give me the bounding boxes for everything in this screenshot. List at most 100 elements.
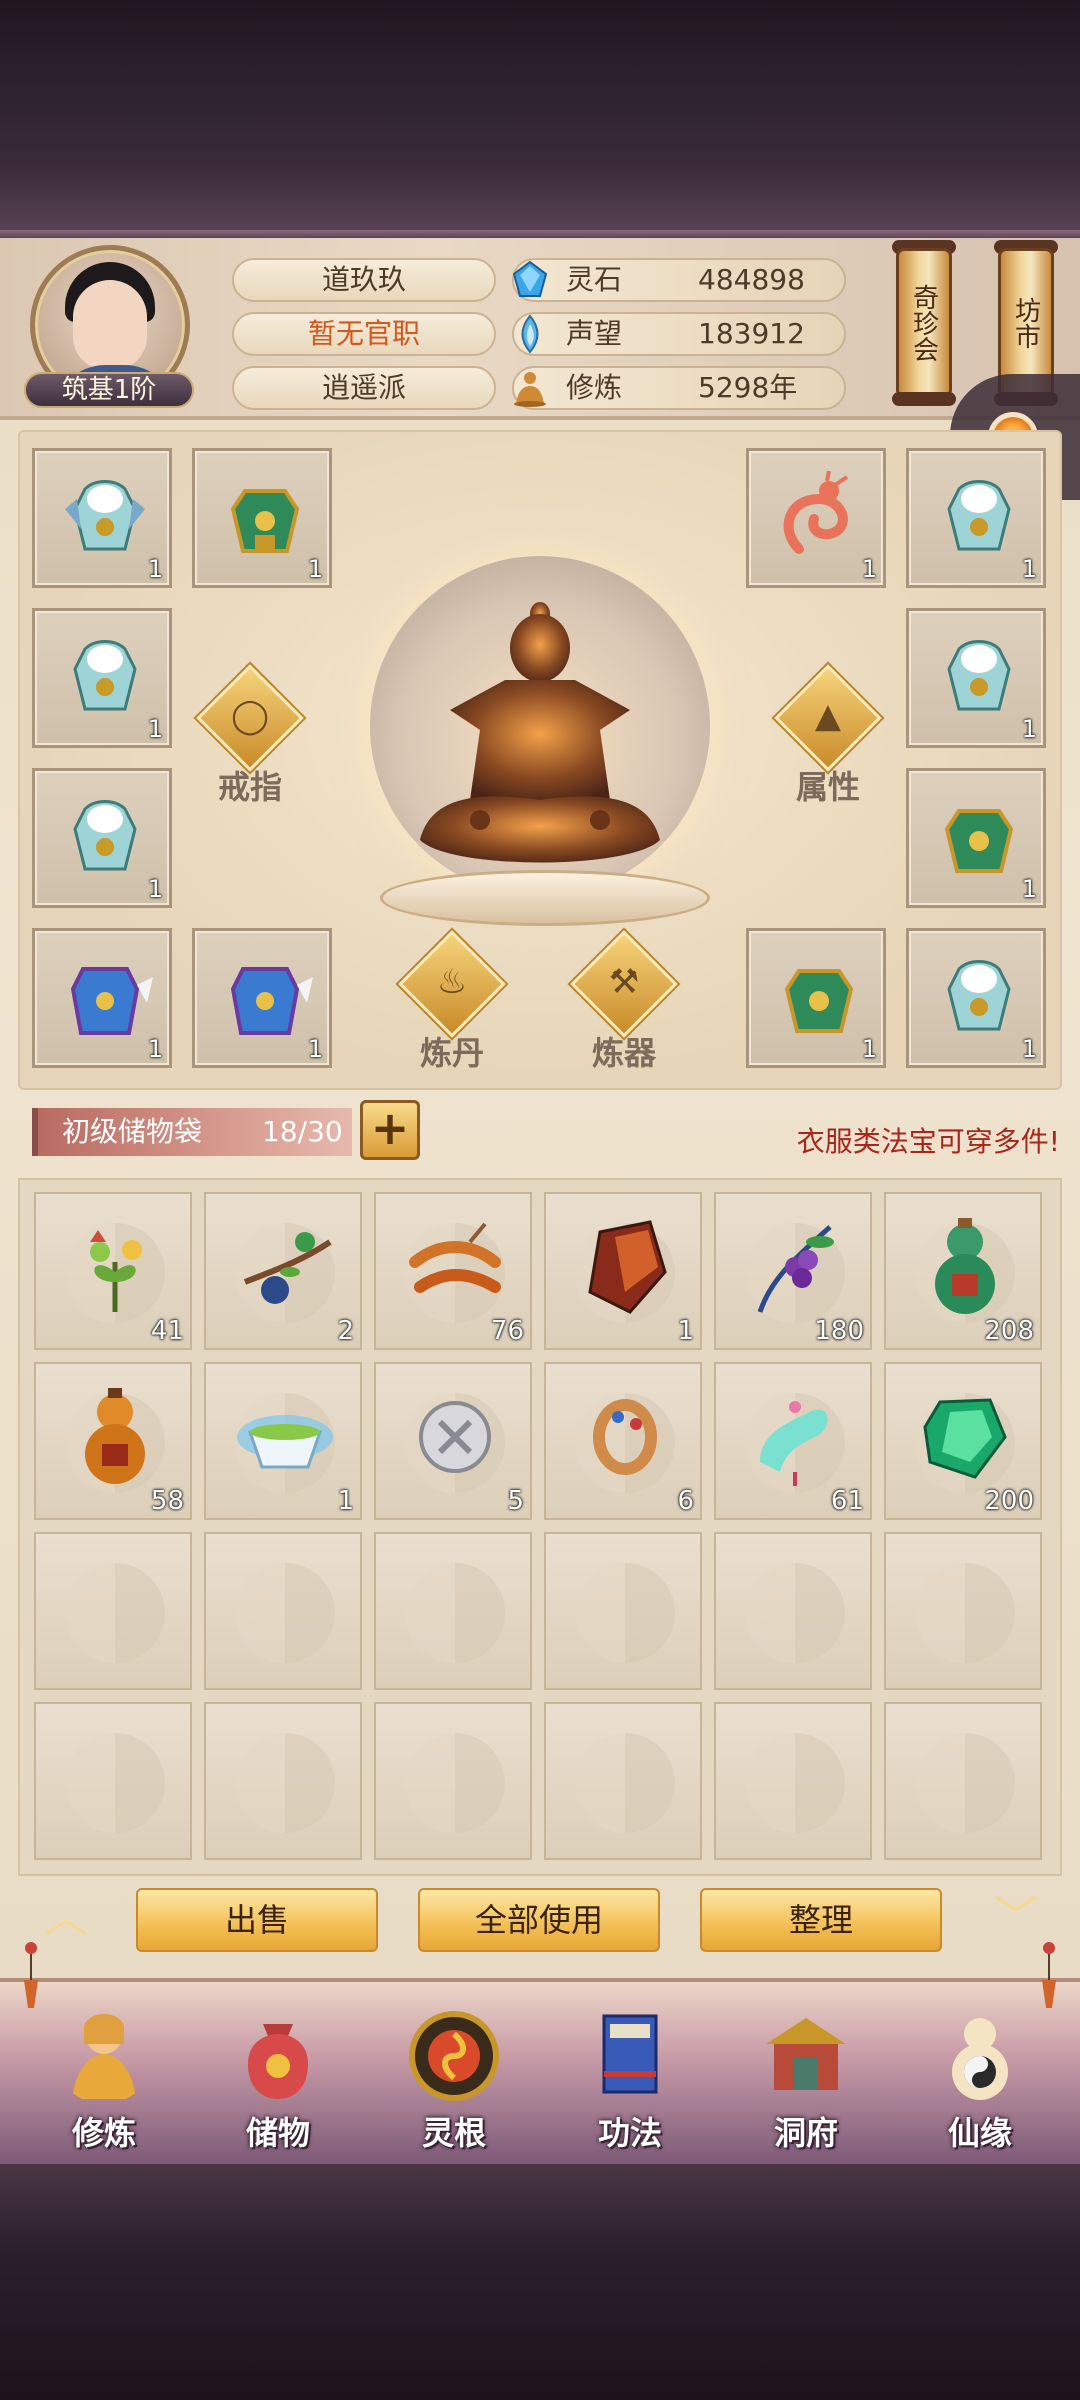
spirit-root-icon [409,2011,499,2101]
item-count: 1 [147,555,163,583]
sect-name: 逍遥派 [232,366,496,410]
storage-bag-tab[interactable]: 初级储物袋 18/30 [32,1108,352,1156]
bag-name: 初级储物袋 [62,1115,203,1148]
nav-fate[interactable]: 仙缘 [910,1998,1050,2158]
equip-slot[interactable]: 1 [906,448,1046,588]
equip-slot[interactable]: 1 [32,608,172,748]
inventory-slot[interactable]: 180 [714,1192,872,1350]
stat-value: 484898 [698,263,805,296]
inventory-slot-empty[interactable] [204,1702,362,1860]
sort-button[interactable]: 整理 [700,1888,942,1952]
sell-button[interactable]: 出售 [136,1888,378,1952]
nav-label: 洞府 [773,2114,838,2152]
equip-slot[interactable]: 1 [906,608,1046,748]
nav-cultivate[interactable]: 修炼 [34,1998,174,2158]
use-all-button[interactable]: 全部使用 [418,1888,660,1952]
ring-hub-button[interactable]: ◯ 戒指 [194,664,306,806]
hub-label: 炼丹 [419,1034,484,1072]
armor-icon [73,800,137,871]
alchemy-hub-button[interactable]: ♨ 炼丹 [396,930,508,1072]
hub-label: 属性 [795,768,860,806]
equip-slot[interactable]: 1 [192,928,332,1068]
equip-slot[interactable]: 1 [746,448,886,588]
item-count: 1 [307,555,323,583]
inventory-slot[interactable]: 41 [34,1192,192,1350]
jewel-ring-icon [593,1399,657,1475]
page-down-button[interactable]: ﹀ [976,1896,1056,1940]
inventory-slot[interactable]: 76 [374,1192,532,1350]
equip-slot[interactable]: 1 [906,768,1046,908]
reputation-icon [508,312,552,356]
nav-label: 修炼 [71,2114,136,2152]
armor-icon [230,489,300,553]
nav-storage[interactable]: 储物 [208,1998,348,2158]
official-title[interactable]: 暂无官职 [232,312,496,356]
stat-reputation: 声望 183912 [512,312,846,356]
chevron-up-icon: ︿ [44,1892,88,1943]
inventory-slot-empty[interactable] [544,1702,702,1860]
cauldron-icon: ♨ [436,962,468,1002]
inventory-slot-empty[interactable] [34,1532,192,1690]
yin-yang-icon [235,1733,335,1833]
equip-slot[interactable]: 1 [192,448,332,588]
attributes-hub-button[interactable]: ▲ 属性 [772,664,884,806]
inventory-slot-empty[interactable] [374,1532,532,1690]
inventory-slot-empty[interactable] [884,1532,1042,1690]
nav-spirit-root[interactable]: 灵根 [384,1998,524,2158]
inventory-slot[interactable]: 58 [34,1362,192,1520]
inventory-slot[interactable]: 208 [884,1192,1042,1350]
inventory-slot[interactable]: 2 [204,1192,362,1350]
equip-slot[interactable]: 1 [906,928,1046,1068]
forging-hub-button[interactable]: ⚒ 炼器 [568,930,680,1072]
equip-slot[interactable]: 1 [32,768,172,908]
inventory-slot-empty[interactable] [544,1532,702,1690]
inventory-slot-empty[interactable] [34,1702,192,1860]
stat-label: 修炼 [566,371,623,404]
stat-spirit-stone: 灵石 484898 [512,258,846,302]
green-gourd-icon [935,1218,995,1314]
inventory-slot[interactable]: 61 [714,1362,872,1520]
item-count: 180 [814,1316,864,1346]
item-count: 1 [861,1035,877,1063]
item-count: 208 [984,1316,1034,1346]
hub-label: 戒指 [217,768,282,806]
expand-bag-button[interactable]: + [360,1100,420,1160]
inventory-slot-empty[interactable] [714,1702,872,1860]
nav-label: 仙缘 [947,2114,1012,2152]
page-up-button[interactable]: ︿ [26,1896,106,1940]
inventory-slot-empty[interactable] [884,1702,1042,1860]
inventory-slot-empty[interactable] [714,1532,872,1690]
inventory-slot[interactable]: 5 [374,1362,532,1520]
item-count: 1 [147,715,163,743]
stat-cultivation: 修炼 5298年 [512,366,846,410]
item-count: 1 [677,1316,694,1346]
equip-slot[interactable]: 1 [32,448,172,588]
nav-techniques[interactable]: 功法 [560,1998,700,2158]
silver-token-icon [419,1401,491,1473]
nav-label: 灵根 [421,2114,486,2152]
inventory-slot[interactable]: 200 [884,1362,1042,1520]
orange-gourd-icon [85,1388,145,1484]
equip-slot[interactable]: 1 [746,928,886,1068]
chevron-down-icon: ﹀ [994,1892,1038,1943]
nav-cave[interactable]: 洞府 [736,1998,876,2158]
inventory-slot[interactable]: 6 [544,1362,702,1520]
yin-yang-icon [915,1733,1015,1833]
item-count: 6 [677,1486,694,1516]
item-count: 1 [147,875,163,903]
inventory-slot[interactable]: 1 [204,1362,362,1520]
inventory-slot-empty[interactable] [374,1702,532,1860]
anvil-icon: ⚒ [608,962,640,1002]
yin-yang-icon [745,1733,845,1833]
yin-yang-icon [405,1733,505,1833]
jade-pendant-icon [760,1401,828,1486]
item-count: 1 [337,1486,354,1516]
player-name: 道玖玖 [232,258,496,302]
attributes-icon: ▲ [814,696,842,736]
cultivator-icon [72,2014,136,2099]
grape-herb-icon [757,1225,834,1313]
treasure-fair-button[interactable]: 奇珍会 [896,248,952,398]
inventory-slot[interactable]: 1 [544,1192,702,1350]
inventory-slot-empty[interactable] [204,1532,362,1690]
equip-slot[interactable]: 1 [32,928,172,1068]
